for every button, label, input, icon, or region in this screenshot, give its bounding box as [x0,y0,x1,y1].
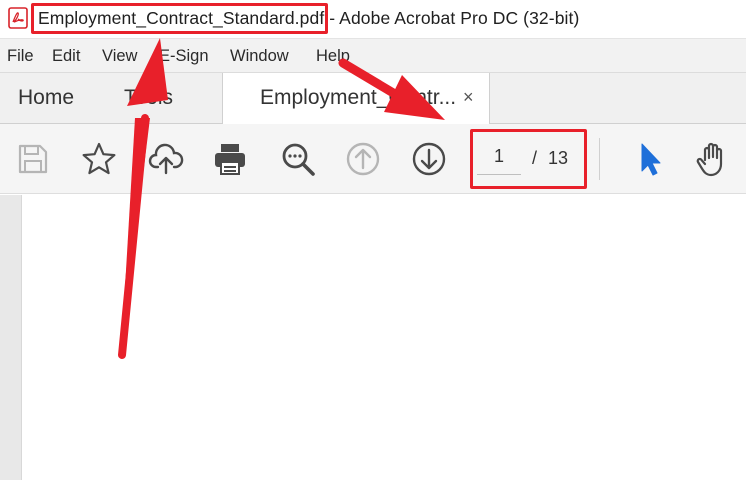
pdf-icon [8,7,28,29]
page-up-icon[interactable] [344,140,382,178]
hand-tool-icon[interactable] [694,140,732,178]
tab-document-label: Employment_Contr... [260,86,457,109]
upload-cloud-icon[interactable] [147,140,185,178]
menu-esign[interactable]: E-Sign [159,47,209,66]
page-nav-highlight-box [470,129,587,189]
tab-bar: Home Tools Employment_Contr... [0,72,746,126]
document-view[interactable] [23,195,746,480]
select-cursor-icon[interactable] [630,140,668,178]
page-down-icon[interactable] [410,140,448,178]
menu-view[interactable]: View [102,47,137,66]
toolbar [0,124,746,194]
menu-help[interactable]: Help [316,47,350,66]
menu-bar: File Edit View E-Sign Window Help [0,38,746,72]
print-icon[interactable] [211,140,249,178]
menu-file[interactable]: File [7,47,34,66]
tab-tools[interactable]: Tools [124,73,173,125]
title-app-name: - Adobe Acrobat Pro DC (32-bit) [324,8,580,28]
tab-home[interactable]: Home [18,73,74,125]
zoom-search-icon[interactable] [279,140,317,178]
toolbar-divider [599,138,600,180]
menu-edit[interactable]: Edit [52,47,80,66]
tab-document[interactable]: Employment_Contr... [222,73,490,126]
menu-window[interactable]: Window [230,47,289,66]
save-icon[interactable] [14,140,52,178]
close-icon[interactable]: × [463,87,474,108]
filename-highlight-box [31,3,328,34]
left-panel-rail[interactable] [0,195,22,480]
bookmark-star-icon[interactable] [80,140,118,178]
